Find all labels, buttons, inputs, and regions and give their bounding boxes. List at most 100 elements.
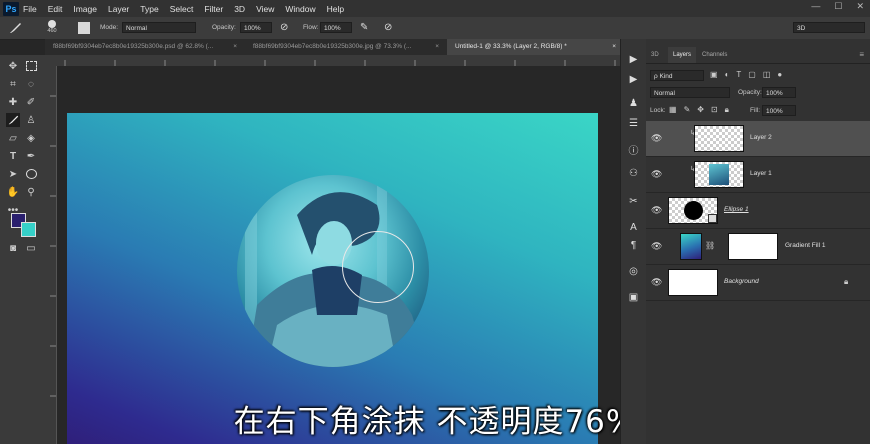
layer-name[interactable]: Ellipse 1 bbox=[724, 206, 749, 213]
pressure-size-icon[interactable]: ⊘ bbox=[384, 22, 396, 34]
menu-edit[interactable]: Edit bbox=[48, 4, 63, 14]
quick-mask-icon[interactable]: ◙ bbox=[6, 241, 20, 255]
visibility-eye-icon[interactable]: 👁︎ bbox=[651, 277, 662, 288]
opacity-input[interactable]: 100% bbox=[240, 22, 272, 33]
character-panel-icon[interactable]: A bbox=[627, 221, 640, 234]
actions-panel-icon[interactable]: ▶ bbox=[627, 73, 640, 86]
lock-all-icon[interactable]: 🔒︎ bbox=[725, 105, 729, 115]
lasso-tool-icon[interactable]: ◌ bbox=[24, 77, 38, 91]
crop-tool-icon[interactable]: ⌗ bbox=[6, 77, 20, 91]
mask-link-icon[interactable]: ⛓ bbox=[705, 241, 715, 250]
mode-select[interactable]: Normal bbox=[122, 22, 196, 33]
move-tool-icon[interactable]: ✥ bbox=[6, 59, 20, 73]
spot-healing-tool-icon[interactable]: ✚ bbox=[6, 95, 20, 109]
tab-channels[interactable]: Channels bbox=[702, 47, 727, 63]
layer-name[interactable]: Background bbox=[724, 278, 759, 285]
lock-transparent-icon[interactable]: ▦ bbox=[669, 105, 677, 115]
layer-name[interactable]: Layer 2 bbox=[750, 134, 772, 141]
tool-presets-panel-icon[interactable]: ✂ bbox=[627, 195, 640, 208]
tab-3d[interactable]: 3D bbox=[651, 47, 659, 63]
menu-layer[interactable]: Layer bbox=[108, 4, 129, 14]
filter-adjustment-icon[interactable]: ◐ bbox=[725, 70, 730, 79]
adjustments-panel-icon[interactable]: ☰ bbox=[627, 117, 640, 130]
layer-mask-thumbnail[interactable] bbox=[728, 233, 778, 260]
layer-name[interactable]: Gradient Fill 1 bbox=[785, 242, 825, 249]
path-selection-tool-icon[interactable]: ➤ bbox=[6, 167, 20, 181]
brush-tool-icon[interactable] bbox=[8, 22, 22, 34]
workspace-select[interactable]: 3D bbox=[793, 22, 865, 33]
minimize-button[interactable]: — bbox=[811, 1, 820, 12]
brush-tool-icon[interactable] bbox=[6, 113, 20, 127]
canvas-workspace[interactable] bbox=[57, 66, 620, 444]
history-panel-icon[interactable]: ▶ bbox=[627, 53, 640, 66]
layer-row-gradient-fill-1[interactable]: 👁︎ ⛓ Gradient Fill 1 bbox=[646, 229, 870, 265]
menu-window[interactable]: Window bbox=[285, 4, 315, 14]
filter-shape-icon[interactable]: ▢ bbox=[748, 70, 756, 79]
filter-smart-object-icon[interactable]: ◫ bbox=[763, 70, 771, 79]
menu-help[interactable]: Help bbox=[327, 4, 344, 14]
tab-untitled-1[interactable]: Untitled-1 @ 33.3% (Layer 2, RGB/8) * × bbox=[447, 39, 620, 55]
photoshop-logo: Ps bbox=[3, 1, 19, 16]
paragraph-panel-icon[interactable]: ¶ bbox=[627, 239, 640, 252]
filter-toggle-icon[interactable]: ● bbox=[777, 70, 782, 79]
screen-mode-icon[interactable]: ▭ bbox=[24, 241, 38, 255]
tab-close-icon[interactable]: × bbox=[233, 39, 237, 55]
tab-jpg-document[interactable]: f88bf69bf9304eb7ec8b0e19325b300e.jpg @ 7… bbox=[245, 39, 443, 55]
filter-pixel-icon[interactable]: ▣ bbox=[710, 70, 718, 79]
layer-filter-kind-select[interactable]: ρ Kind bbox=[650, 70, 704, 81]
panel-tabs: 3D Layers Channels ≡ bbox=[646, 47, 870, 64]
brush-preset-picker[interactable]: 460 bbox=[42, 20, 62, 36]
menu-view[interactable]: View bbox=[256, 4, 274, 14]
visibility-eye-icon[interactable]: 👁︎ bbox=[651, 133, 662, 144]
tab-layers[interactable]: Layers bbox=[668, 47, 697, 63]
paint-bucket-tool-icon[interactable]: ◈ bbox=[24, 131, 38, 145]
visibility-eye-icon[interactable]: 👁︎ bbox=[651, 205, 662, 216]
menu-file[interactable]: File bbox=[23, 4, 37, 14]
lock-position-icon[interactable]: ✥ bbox=[697, 105, 704, 115]
blend-mode-select[interactable]: Normal bbox=[650, 87, 730, 98]
menu-filter[interactable]: Filter bbox=[204, 4, 223, 14]
layer-row-layer-1[interactable]: 👁︎ ↳ Layer 1 bbox=[646, 157, 870, 193]
layer-row-layer-2[interactable]: 👁︎ ↳ Layer 2 bbox=[646, 121, 870, 157]
layer-row-background[interactable]: 👁︎ Background 🔒︎ bbox=[646, 265, 870, 301]
tab-close-icon[interactable]: × bbox=[612, 39, 616, 55]
pressure-opacity-icon[interactable]: ⊘ bbox=[280, 22, 292, 34]
hand-tool-icon[interactable]: ✋ bbox=[6, 185, 20, 199]
properties-panel-icon[interactable]: ▣ bbox=[627, 291, 640, 304]
menu-image[interactable]: Image bbox=[73, 4, 97, 14]
tab-psd-document[interactable]: f88bf69bf9304eb7ec8b0e19325b300e.psd @ 6… bbox=[45, 39, 241, 55]
visibility-eye-icon[interactable]: 👁︎ bbox=[651, 241, 662, 252]
type-tool-icon[interactable]: T bbox=[6, 149, 20, 163]
clone-stamp-tool-icon[interactable]: ♙ bbox=[24, 113, 38, 127]
eyedropper-tool-icon[interactable]: ✐ bbox=[24, 95, 38, 109]
flow-input[interactable]: 100% bbox=[320, 22, 352, 33]
close-button[interactable]: ✕ bbox=[856, 1, 864, 12]
maximize-button[interactable]: ☐ bbox=[834, 1, 842, 12]
pen-tool-icon[interactable]: ✒ bbox=[24, 149, 38, 163]
tab-close-icon[interactable]: × bbox=[435, 39, 439, 55]
lock-pixels-icon[interactable]: ✎ bbox=[684, 105, 691, 115]
menu-3d[interactable]: 3D bbox=[234, 4, 245, 14]
filter-type-icon[interactable]: T bbox=[736, 70, 741, 79]
menu-type[interactable]: Type bbox=[140, 4, 158, 14]
panel-menu-icon[interactable]: ≡ bbox=[859, 50, 864, 59]
fill-input[interactable]: 100% bbox=[762, 105, 796, 116]
info-panel-icon[interactable]: ⓘ bbox=[627, 143, 640, 157]
clone-source-panel-icon[interactable]: ⚇ bbox=[627, 167, 640, 180]
background-color-swatch[interactable] bbox=[21, 222, 36, 237]
layer-row-ellipse-1[interactable]: 👁︎ Ellipse 1 bbox=[646, 193, 870, 229]
menu-select[interactable]: Select bbox=[170, 4, 194, 14]
brush-panel-toggle-icon[interactable] bbox=[78, 22, 90, 34]
marquee-tool-icon[interactable] bbox=[24, 59, 38, 73]
zoom-tool-icon[interactable]: ⚲ bbox=[24, 185, 38, 199]
layer-name[interactable]: Layer 1 bbox=[750, 170, 772, 177]
libraries-panel-icon[interactable]: ◎ bbox=[627, 265, 640, 278]
document-canvas[interactable] bbox=[67, 113, 598, 444]
ellipse-tool-icon[interactable] bbox=[24, 167, 38, 181]
brushes-panel-icon[interactable]: ♟ bbox=[627, 97, 640, 110]
airbrush-icon[interactable]: ✎ bbox=[360, 22, 372, 34]
eraser-tool-icon[interactable]: ▱ bbox=[6, 131, 20, 145]
lock-artboard-icon[interactable]: ⊡ bbox=[711, 105, 718, 115]
visibility-eye-icon[interactable]: 👁︎ bbox=[651, 169, 662, 180]
layer-opacity-input[interactable]: 100% bbox=[762, 87, 796, 98]
